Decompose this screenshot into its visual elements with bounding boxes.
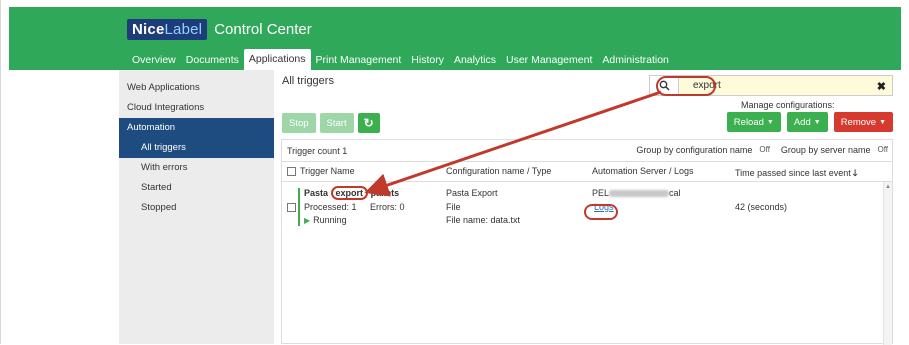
nav-user-management[interactable]: User Management xyxy=(501,50,597,70)
reload-label: Reload xyxy=(733,116,764,128)
logo-suffix: Control Center xyxy=(214,20,312,38)
sidebar-item-cloud-integrations[interactable]: Cloud Integrations xyxy=(119,98,274,118)
column-configuration[interactable]: Configuration name / Type xyxy=(446,166,551,176)
config-file: File name: data.txt xyxy=(446,215,521,225)
nav-documents[interactable]: Documents xyxy=(181,50,244,70)
trigger-status-label: Running xyxy=(313,215,347,225)
server-name: PEL cal xyxy=(592,188,681,198)
nav-print-management[interactable]: Print Management xyxy=(311,50,407,70)
column-trigger-name[interactable]: Trigger Name xyxy=(300,166,355,176)
column-time-label: Time passed since last event xyxy=(735,168,851,178)
reload-button[interactable]: Reload ▼ xyxy=(726,112,781,132)
sidebar-item-automation[interactable]: Automation xyxy=(119,118,274,138)
redacted-server xyxy=(609,190,670,198)
chevron-down-icon: ▼ xyxy=(879,118,886,126)
annotation-oval-logs xyxy=(584,204,618,220)
scrollbar[interactable]: ▲ xyxy=(883,182,892,345)
page-title: All triggers xyxy=(282,75,334,87)
sort-down-icon: 🡓 xyxy=(852,168,858,178)
play-icon: ▶ xyxy=(304,216,311,225)
remove-label: Remove xyxy=(840,116,877,128)
refresh-button[interactable]: ↻ xyxy=(357,113,380,133)
start-button[interactable]: Start xyxy=(319,113,354,133)
sidebar-item-stopped[interactable]: Stopped xyxy=(119,198,274,218)
trigger-name-match: export xyxy=(330,186,369,200)
nav-overview[interactable]: Overview xyxy=(127,50,181,70)
error-count: Errors: 0 xyxy=(370,202,405,212)
server-name-prefix: PEL xyxy=(592,188,610,198)
manage-configurations-label: Manage configurations: xyxy=(741,100,835,110)
trigger-toolbar: Stop Start ↻ xyxy=(282,113,380,133)
remove-button[interactable]: Remove ▼ xyxy=(833,112,893,132)
logo-mark: NiceLabel xyxy=(127,18,208,40)
add-button[interactable]: Add ▼ xyxy=(786,112,828,132)
add-label: Add xyxy=(793,116,811,128)
stop-button[interactable]: Stop xyxy=(282,113,316,133)
chevron-down-icon: ▼ xyxy=(766,118,774,126)
column-server[interactable]: Automation Server / Logs xyxy=(592,166,694,176)
nav-applications[interactable]: Applications xyxy=(243,49,311,70)
sidebar-item-with-errors[interactable]: With errors xyxy=(119,158,274,178)
group-options: Group by configuration name Off Group by… xyxy=(636,145,888,155)
nav-analytics[interactable]: Analytics xyxy=(449,50,501,70)
scroll-up-icon[interactable]: ▲ xyxy=(885,184,891,190)
sidebar-item-web-applications[interactable]: Web Applications xyxy=(119,78,274,98)
sidebar: Web Applications Cloud Integrations Auto… xyxy=(119,70,274,344)
trigger-count: Trigger count 1 xyxy=(287,145,348,156)
trigger-name[interactable]: Pasta export pallets xyxy=(304,186,400,200)
trigger-name-prefix: Pasta xyxy=(304,188,329,198)
group-by-config-label: Group by configuration name xyxy=(636,145,753,155)
status-bar xyxy=(298,188,300,226)
trigger-status: ▶ Running xyxy=(304,215,347,225)
chevron-down-icon: ▼ xyxy=(813,118,821,126)
sidebar-item-all-triggers[interactable]: All triggers xyxy=(119,138,274,158)
logo-bold: Nice xyxy=(132,20,165,38)
config-name: Pasta Export xyxy=(446,188,498,198)
logo-light: Label xyxy=(164,20,203,38)
page-body: Web Applications Cloud Integrations Auto… xyxy=(119,70,893,345)
time-passed: 42 (seconds) xyxy=(735,202,788,212)
top-bar: NiceLabel Control Center Overview Docume… xyxy=(9,7,901,70)
server-name-suffix: cal xyxy=(669,188,681,198)
column-time[interactable]: Time passed since last event 🡓 xyxy=(735,166,857,182)
window-frame: NiceLabel Control Center Overview Docume… xyxy=(0,0,909,345)
nav-administration[interactable]: Administration xyxy=(597,50,674,70)
table-header: Trigger Name Configuration name / Type A… xyxy=(282,162,892,182)
select-all-checkbox[interactable] xyxy=(287,167,296,178)
processed-count: Processed: 1 xyxy=(304,202,357,212)
group-by-server-toggle[interactable]: Off xyxy=(877,145,888,155)
close-icon[interactable]: ✖ xyxy=(877,78,886,97)
annotation-oval-search xyxy=(656,76,716,96)
config-type: File xyxy=(446,202,461,212)
triggers-table: Trigger count 1 Group by configuration n… xyxy=(281,139,893,345)
row-checkbox[interactable] xyxy=(287,203,296,214)
sidebar-item-started[interactable]: Started xyxy=(119,178,274,198)
configuration-toolbar: Reload ▼ Add ▼ Remove ▼ xyxy=(726,112,893,132)
group-by-server-label: Group by server name xyxy=(780,145,871,155)
main-nav: Overview Documents Applications Print Ma… xyxy=(127,48,674,70)
refresh-icon: ↻ xyxy=(363,116,374,130)
app-logo[interactable]: NiceLabel Control Center xyxy=(127,18,312,40)
table-summary: Trigger count 1 Group by configuration n… xyxy=(282,140,892,162)
group-by-config-toggle[interactable]: Off xyxy=(759,145,770,155)
nav-history[interactable]: History xyxy=(406,50,449,70)
trigger-name-suffix: pallets xyxy=(370,188,400,198)
